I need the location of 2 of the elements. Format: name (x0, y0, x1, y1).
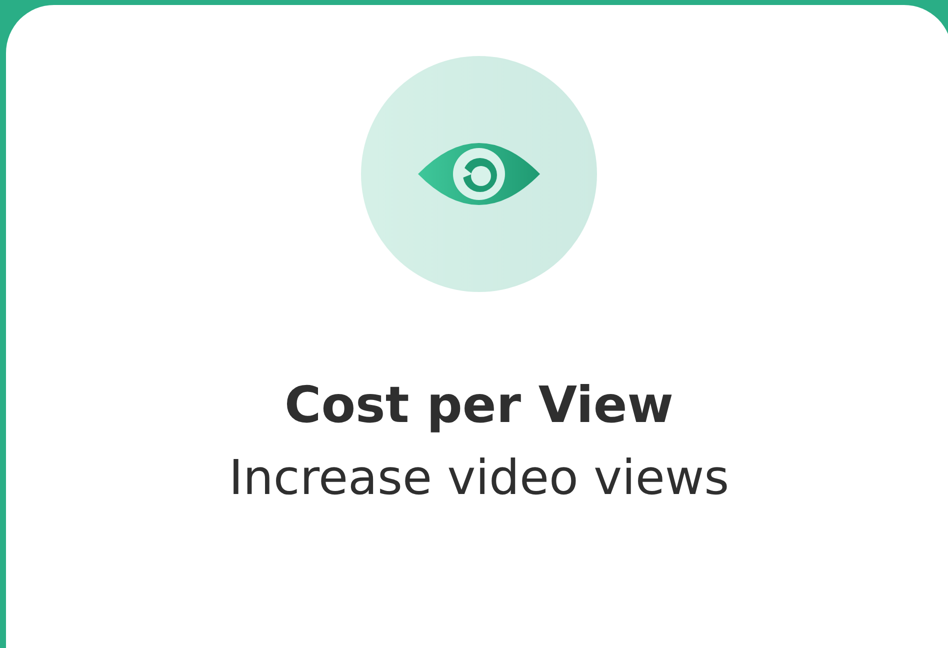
card-subtitle: Increase video views (228, 449, 730, 508)
card-title: Cost per View (284, 375, 674, 436)
